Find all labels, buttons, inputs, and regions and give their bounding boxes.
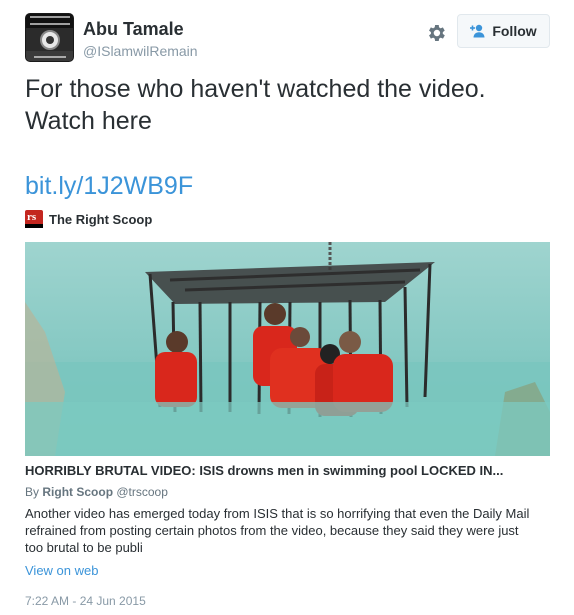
tweet-text: For those who haven't watched the video.… xyxy=(25,75,486,135)
follow-button[interactable]: Follow xyxy=(457,14,550,48)
link-card[interactable]: HORRIBLY BRUTAL VIDEO: ISIS drowns men i… xyxy=(25,242,550,594)
card-body: HORRIBLY BRUTAL VIDEO: ISIS drowns men i… xyxy=(25,462,550,556)
author-screen-name[interactable]: @ISlamwilRemain xyxy=(83,42,198,60)
tweet-header: Abu Tamale @ISlamwilRemain Follow xyxy=(25,10,555,62)
tweet-link[interactable]: bit.ly/1J2WB9F xyxy=(25,171,193,201)
source-name: The Right Scoop xyxy=(49,211,153,227)
user-info[interactable]: Abu Tamale @ISlamwilRemain xyxy=(83,18,198,60)
author-full-name[interactable]: Abu Tamale xyxy=(83,18,198,40)
card-source[interactable]: rs The Right Scoop xyxy=(25,209,152,229)
tweet-timestamp[interactable]: 7:22 AM - 24 Jun 2015 xyxy=(25,594,146,608)
follow-label: Follow xyxy=(492,23,537,39)
card-image[interactable] xyxy=(25,242,550,456)
gear-icon[interactable] xyxy=(425,22,447,44)
byline-prefix: By xyxy=(25,485,40,499)
add-user-icon xyxy=(470,24,485,38)
avatar[interactable] xyxy=(25,13,74,62)
seal-icon xyxy=(40,30,60,50)
right-scoop-logo: rs xyxy=(25,210,43,228)
view-on-web-link[interactable]: View on web xyxy=(25,563,98,578)
card-byline: By Right Scoop @trscoop xyxy=(25,484,550,500)
byline-handle[interactable]: @trscoop xyxy=(116,485,168,499)
card-description: Another video has emerged today from ISI… xyxy=(25,506,530,555)
card-title[interactable]: HORRIBLY BRUTAL VIDEO: ISIS drowns men i… xyxy=(25,462,550,480)
byline-author[interactable]: Right Scoop xyxy=(42,485,113,499)
